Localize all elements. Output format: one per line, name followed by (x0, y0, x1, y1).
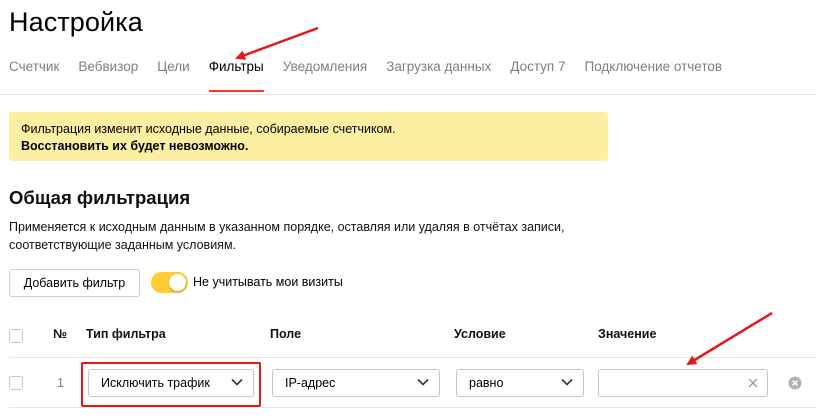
toggle-knob (169, 274, 186, 291)
value-input[interactable] (598, 369, 768, 397)
select-all-checkbox[interactable] (9, 329, 23, 343)
condition-select[interactable]: равно (456, 369, 584, 397)
clear-icon[interactable] (747, 377, 759, 389)
section-description: Применяется к исходным данным в указанно… (9, 218, 609, 254)
column-header-number: № (53, 327, 67, 341)
tab-counter[interactable]: Счетчик (9, 59, 59, 93)
field-select[interactable]: IP-адрес (272, 369, 440, 397)
settings-tabs: Счетчик Вебвизор Цели Фильтры Уведомлени… (9, 59, 741, 95)
section-title: Общая фильтрация (9, 187, 191, 208)
chevron-down-icon (417, 378, 429, 386)
tab-notifications[interactable]: Уведомления (283, 59, 367, 93)
column-header-field: Поле (270, 327, 302, 341)
column-header-value: Значение (598, 327, 657, 341)
tab-goals[interactable]: Цели (157, 59, 189, 93)
filter-type-value: Исключить трафик (101, 376, 210, 390)
warning-banner: Фильтрация изменит исходные данные, соби… (9, 112, 608, 161)
row-divider (9, 407, 816, 408)
ignore-visits-label: Не учитывать мои визиты (193, 275, 343, 289)
column-header-condition: Условие (454, 327, 506, 341)
chevron-down-icon (231, 378, 243, 386)
add-filter-button[interactable]: Добавить фильтр (9, 269, 140, 297)
arrow-to-filters-tab (235, 26, 319, 60)
ignore-visits-toggle[interactable] (151, 272, 188, 293)
column-header-type: Тип фильтра (86, 327, 166, 341)
row-checkbox[interactable] (9, 376, 23, 390)
tabs-divider (0, 94, 816, 95)
remove-row-icon[interactable] (788, 376, 802, 390)
tab-data-upload[interactable]: Загрузка данных (386, 59, 491, 93)
filter-type-select[interactable]: Исключить трафик (88, 369, 254, 397)
page-title: Настройка (9, 7, 143, 37)
condition-value: равно (469, 376, 504, 390)
chevron-down-icon (561, 378, 573, 386)
warning-emphasis: Восстановить их будет невозможно. (21, 139, 249, 153)
tab-report-connection[interactable]: Подключение отчетов (585, 59, 723, 93)
section-description-line: Применяется к исходным данным в указанно… (9, 220, 565, 234)
warning-text: Фильтрация изменит исходные данные, соби… (21, 122, 396, 136)
row-number: 1 (57, 376, 64, 390)
field-value: IP-адрес (285, 376, 336, 390)
tab-webvisor[interactable]: Вебвизор (78, 59, 138, 93)
header-divider (9, 357, 816, 358)
section-description-line: соответствующие заданным условиям. (9, 238, 237, 252)
tab-access[interactable]: Доступ 7 (510, 59, 565, 93)
tab-filters[interactable]: Фильтры (208, 59, 264, 93)
